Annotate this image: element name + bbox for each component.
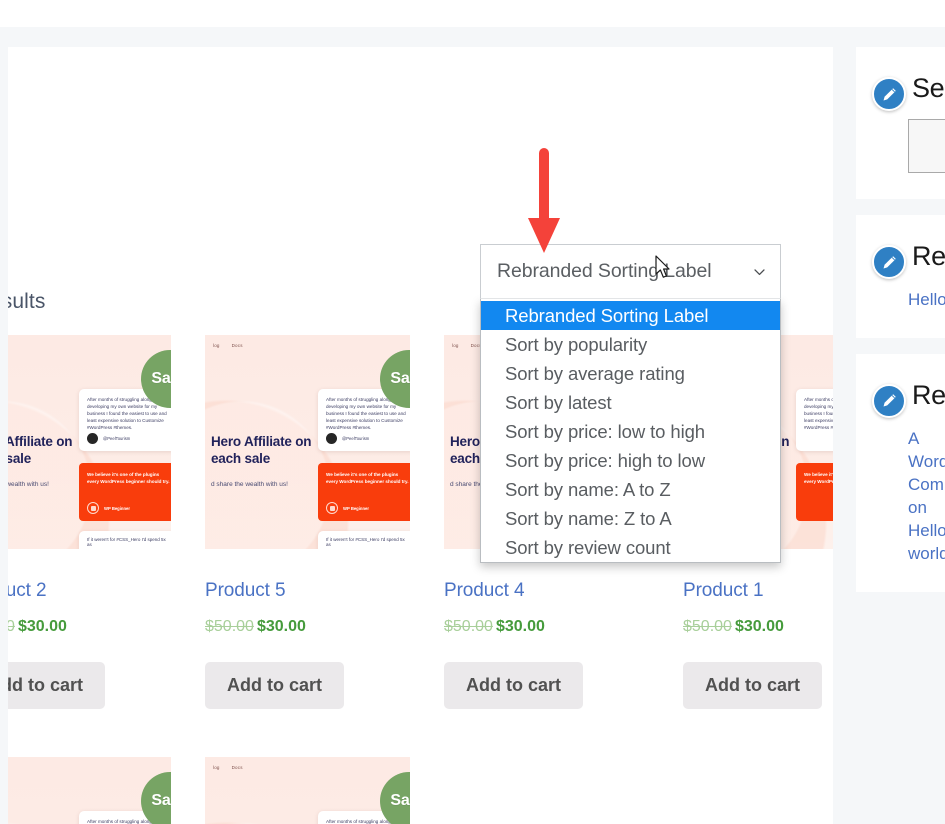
thumbnail-nav-item: log: [452, 343, 459, 348]
product-new-price: $30.00: [256, 617, 306, 635]
avatar: [326, 433, 337, 444]
testimonial-author: @PeelTourism: [103, 436, 131, 441]
thumbnail-tail-card: If it weren't for #CSS_Hero I'd spend 5x…: [79, 531, 171, 549]
testimonial-author-row: @PeelTourism: [87, 433, 130, 444]
thumbnail-tail-card: If it weren't for #CSS_Hero I'd spend 5x…: [318, 531, 410, 549]
thumbnail-testimonial-card: After months of struggling along develop…: [796, 389, 833, 451]
sorting-option-name-z-a[interactable]: Sort by name: Z to A: [481, 504, 780, 533]
product-price: $50.00$30.00: [683, 618, 833, 636]
sorting-option-name-a-z[interactable]: Sort by name: A to Z: [481, 475, 780, 504]
sorting-option-rebranded[interactable]: Rebranded Sorting Label: [481, 301, 780, 330]
product-title[interactable]: Product 4: [444, 580, 649, 602]
widget-body: A WordPress Commenter on Hello world!: [856, 428, 945, 566]
search-input[interactable]: [908, 119, 945, 173]
sorting-dropdown[interactable]: Rebranded Sorting Label Rebranded Sortin…: [480, 244, 781, 563]
sidebar-widget-search: Search: [856, 47, 945, 199]
thumbnail-nav: log Docs: [213, 765, 243, 770]
widget-title: Recent Posts: [912, 241, 945, 271]
product-price: $50.00$30.00: [444, 618, 649, 636]
sidebar-widget-recent-posts: Recent Posts Hello world!: [856, 215, 945, 338]
product-old-price: $50.00: [683, 617, 732, 635]
avatar: [326, 502, 338, 514]
product-card[interactable]: log Docs Hero Affiliate on each sale d s…: [8, 335, 171, 709]
product-thumbnail[interactable]: log Docs Hero Affiliate on each sale Aft…: [8, 756, 171, 824]
thumbnail-nav-item: Docs: [231, 343, 243, 348]
results-count-text: esults: [8, 290, 46, 313]
product-thumbnail[interactable]: log Docs Hero Affiliate on each sale d s…: [8, 335, 171, 549]
product-price: $50.00$30.00: [8, 618, 171, 636]
widget-header: Recent Posts: [856, 241, 945, 279]
testimonial-author: @PeelTourism: [342, 436, 370, 441]
cta-author: WP Beginner: [343, 505, 369, 511]
thumbnail-nav-item: log: [213, 343, 220, 348]
add-to-cart-button[interactable]: Add to cart: [444, 661, 584, 709]
product-thumbnail[interactable]: log Docs Hero Affiliate on each sale Aft…: [205, 756, 410, 824]
sidebar-widget-recent-comments: Recent Comments A WordPress Commenter on…: [856, 353, 945, 592]
browser-viewport: esults log Docs Hero Affiliate on each s…: [0, 0, 945, 824]
widget-body: Hello world!: [856, 289, 945, 312]
sorting-option-popularity[interactable]: Sort by popularity: [481, 330, 780, 359]
avatar: [87, 502, 99, 514]
sorting-option-review-count[interactable]: Sort by review count: [481, 533, 780, 562]
pencil-edit-icon[interactable]: [872, 77, 906, 111]
avatar: [87, 433, 98, 444]
thumbnail-cta-card: We believe it's one of the plugins every…: [79, 463, 171, 521]
product-card[interactable]: log Docs Hero Affiliate on each sale Aft…: [8, 756, 171, 824]
page-top-strip: [0, 0, 945, 27]
cta-author-row: WP Beginner: [87, 502, 130, 514]
widget-title: Search: [912, 73, 945, 103]
widget-header: Recent Comments: [856, 380, 945, 418]
chevron-down-icon: [753, 265, 766, 278]
sorting-select-box[interactable]: Rebranded Sorting Label: [480, 244, 781, 299]
product-old-price: $50.00: [8, 617, 15, 635]
testimonial-text: After months of struggling along develop…: [804, 397, 833, 431]
cta-author: WP Beginner: [104, 505, 130, 511]
product-new-price: $30.00: [495, 617, 545, 635]
product-title[interactable]: Product 2: [8, 580, 171, 602]
product-card[interactable]: log Docs Hero Affiliate on each sale Aft…: [205, 756, 410, 824]
product-price: $50.00$30.00: [205, 618, 410, 636]
thumbnail-nav: log Docs: [452, 343, 482, 348]
sidebar: Search Recent Posts Hello world!: [856, 47, 945, 592]
sorting-option-average-rating[interactable]: Sort by average rating: [481, 359, 780, 388]
pencil-edit-icon[interactable]: [872, 245, 906, 279]
sorting-option-price-high-low[interactable]: Sort by price: high to low: [481, 446, 780, 475]
thumbnail-cta-card: We believe it's one of the plugins every…: [318, 463, 410, 521]
thumbnail-nav-item: log: [213, 764, 220, 770]
cta-author-row: WP Beginner: [326, 502, 369, 514]
widget-header: Search: [856, 73, 945, 111]
recent-post-link[interactable]: Hello world!: [908, 290, 945, 309]
testimonial-author-row: @PeelTourism: [326, 433, 369, 444]
product-old-price: $50.00: [205, 617, 254, 635]
cta-text: We believe it's one of the plugins every…: [804, 472, 833, 485]
thumbnail-nav: log Docs: [213, 343, 243, 348]
sorting-options-list[interactable]: Rebranded Sorting Label Sort by populari…: [480, 299, 781, 563]
add-to-cart-button[interactable]: Add to cart: [205, 661, 345, 709]
sorting-option-price-low-high[interactable]: Sort by price: low to high: [481, 417, 780, 446]
thumbnail-cta-card: We believe it's one of the plugins every…: [796, 463, 833, 521]
product-title[interactable]: Product 1: [683, 580, 833, 602]
product-old-price: $50.00: [444, 617, 493, 635]
add-to-cart-button[interactable]: Add to cart: [8, 661, 106, 709]
recent-comment-link[interactable]: A WordPress Commenter on Hello world!: [908, 428, 945, 566]
product-title[interactable]: Product 5: [205, 580, 410, 602]
sorting-option-latest[interactable]: Sort by latest: [481, 388, 780, 417]
product-card[interactable]: log Docs Hero Affiliate on each sale d s…: [205, 335, 410, 709]
tail-text: If it weren't for #CSS_Hero I'd spend 5x…: [87, 537, 166, 547]
product-thumbnail[interactable]: log Docs Hero Affiliate on each sale d s…: [205, 335, 410, 549]
sorting-selected-label: Rebranded Sorting Label: [497, 260, 712, 282]
cta-text: We believe it's one of the plugins every…: [87, 472, 170, 485]
thumbnail-nav-item: Docs: [231, 764, 243, 770]
widget-title: Recent Comments: [912, 379, 945, 410]
add-to-cart-button[interactable]: Add to cart: [683, 661, 823, 709]
tail-text: If it weren't for #CSS_Hero I'd spend 5x…: [326, 537, 405, 547]
product-new-price: $30.00: [734, 617, 784, 635]
product-new-price: $30.00: [17, 617, 67, 635]
pencil-edit-icon[interactable]: [872, 383, 906, 418]
cta-text: We believe it's one of the plugins every…: [326, 472, 409, 485]
